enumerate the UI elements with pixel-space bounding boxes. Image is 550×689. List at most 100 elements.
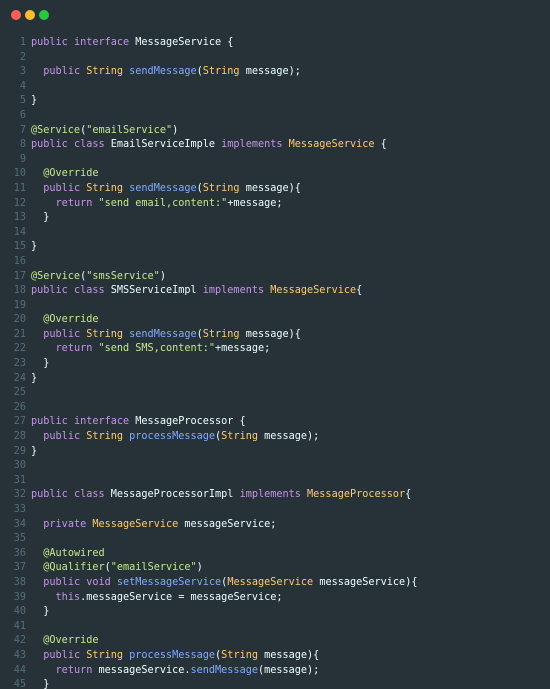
code-text: private MessageService messageService; [31,518,276,533]
code-token-plain: +message; [227,197,283,209]
code-text: this.messageService = messageService; [31,591,283,606]
code-token-type: MessageService [227,576,320,588]
code-token-ident: messageService [86,591,173,603]
code-token-kw: implements [221,139,289,151]
code-token-kw: public [43,328,87,340]
code-line: 12 return "send email,content:"+message; [0,197,550,212]
line-number: 8 [19,139,26,151]
code-text: public void setMessageService(MessageSer… [31,576,417,591]
line-number: 6 [19,109,26,121]
code-text: @Service("smsService") [31,270,166,285]
code-line: 42 @Override [0,634,550,649]
line-number: 44 [13,664,26,676]
code-line: 3 public String sendMessage(String messa… [0,65,550,80]
code-text: } [31,445,37,460]
code-line: 15} [0,240,550,255]
maximize-window-dot-icon[interactable] [39,10,49,20]
line-number: 25 [13,387,26,399]
code-token-ident: message [245,328,289,340]
code-token-fn: processMessage [129,431,216,443]
code-line: 10 @Override [0,167,550,182]
line-number: 22 [13,343,26,355]
line-number: 7 [19,124,26,136]
code-text: @Override [31,167,98,182]
code-token-kw: public [31,139,74,151]
code-token-kw: implements [202,285,271,297]
code-token-ann: @Service [31,124,81,136]
code-text: public String sendMessage(String message… [31,182,301,197]
code-token-ann: @Qualifier [43,562,105,574]
code-token-ident: message [245,66,289,78]
code-token-plain: ); [288,66,301,78]
code-line: 11 public String sendMessage(String mess… [0,182,550,197]
line-number: 41 [13,620,26,632]
code-text: public interface MessageService { [31,36,233,51]
code-text: } [31,678,49,689]
code-text: @Qualifier("emailService") [31,561,203,576]
line-number: 18 [13,285,26,297]
code-token-kw: interface [73,37,136,48]
code-line: 23 } [0,357,550,372]
code-token-plain: ; [276,591,283,603]
code-text: public class MessageProcessorImpl implem… [31,488,411,503]
code-token-plain: ) [159,270,166,282]
code-line: 45 } [0,678,550,689]
code-token-fn: processMessage [129,649,216,661]
code-window: 1 public interface MessageService {2 3 pub… [0,0,550,689]
code-token-plain: MessageService { [135,37,234,48]
code-line: 29} [0,445,550,460]
code-token-plain: MessageProcessorImpl [110,489,240,501]
code-line: 5} [0,94,550,109]
code-token-type: String [86,431,130,443]
code-token-type: String [221,649,265,661]
code-token-kw: public [43,576,87,588]
line-number: 5 [19,95,26,107]
code-token-type: String [86,649,130,661]
code-token-kw: class [73,139,111,151]
code-token-plain: { [356,285,363,297]
line-number: 17 [13,270,26,282]
code-token-plain: ) [196,562,203,574]
code-text: public String processMessage(String mess… [31,649,319,664]
code-token-ident: messageService [184,518,271,530]
line-number: 35 [13,533,26,545]
code-token-kw: public [43,182,87,194]
code-token-type: String [202,66,246,78]
code-token-plain: } [31,95,38,107]
code-line: 31 [0,474,550,489]
code-line: 16 [0,255,550,270]
code-line: 36 @Autowired [0,547,550,562]
code-token-type: MessageService [288,139,381,151]
minimize-window-dot-icon[interactable] [25,10,35,20]
code-line: 37 @Qualifier("emailService") [0,561,550,576]
code-line: 38 public void setMessageService(Message… [0,576,550,591]
code-text: public String sendMessage(String message… [31,328,301,343]
line-number: 39 [13,591,26,603]
line-number: 29 [13,445,26,457]
line-number: 40 [13,606,26,618]
code-token-plain: MessageProcessor { [135,416,246,428]
code-token-fn: sendMessage [129,66,197,78]
line-number: 12 [13,197,26,209]
code-token-kw: public [31,37,74,48]
code-line: 4 [0,80,550,95]
code-line: 9 [0,153,550,168]
code-token-plain: ); [307,664,320,676]
code-line: 14 [0,226,550,241]
code-token-kw: return [55,197,99,209]
code-token-type: String [202,328,246,340]
code-token-kw: return [55,664,99,676]
code-line: 39 this.messageService = messageService; [0,591,550,606]
code-text: } [31,211,49,226]
close-window-dot-icon[interactable] [11,10,21,20]
line-number: 43 [13,649,26,661]
code-line: 1 public interface MessageService { [0,36,550,51]
